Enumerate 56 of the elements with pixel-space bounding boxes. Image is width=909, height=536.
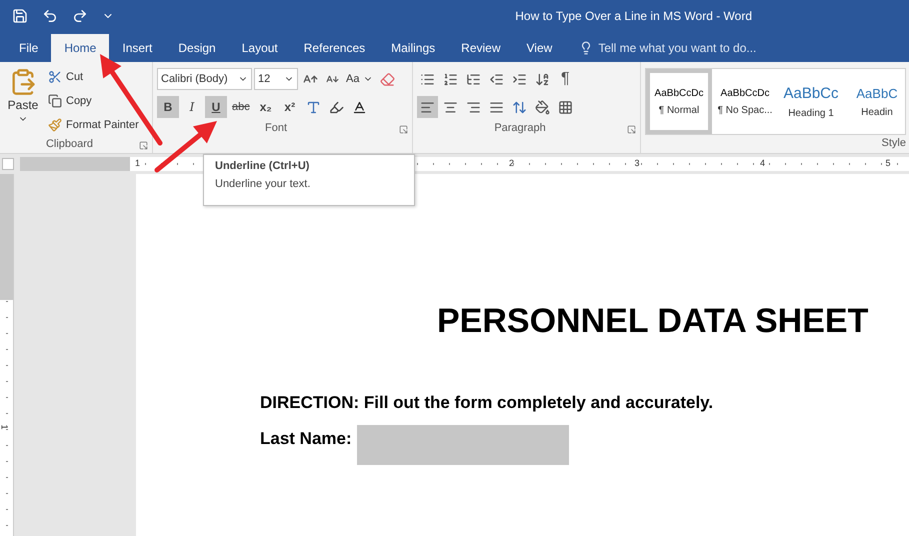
align-icon (489, 100, 504, 114)
align-icon (420, 100, 435, 114)
paste-button[interactable]: Paste (4, 66, 42, 136)
ruler-number: 3 (634, 158, 640, 168)
show-marks-button[interactable]: ¶ (555, 68, 576, 90)
ruler-number: 5 (886, 158, 891, 168)
format-button[interactable]: x₂ (254, 96, 277, 118)
font-name-field[interactable]: Calibri (Body) (157, 68, 252, 90)
ribbon-tab[interactable]: Insert (109, 34, 166, 62)
copy-button[interactable]: Copy (46, 90, 141, 112)
format-button[interactable]: B (157, 96, 179, 118)
undo-icon[interactable] (42, 8, 58, 24)
font-size-field[interactable]: 12 (254, 68, 298, 90)
tell-me-search[interactable]: Tell me what you want to do... (579, 34, 756, 62)
direction-text: DIRECTION: Fill out the form completely and accurately. (260, 393, 714, 413)
change-case-button[interactable]: Aa (344, 68, 376, 90)
group-label: Paragraph (494, 121, 546, 136)
ruler-number: 1 (0, 424, 10, 430)
tooltip-title: Underline (Ctrl+U) (215, 160, 310, 172)
format-button[interactable]: U (205, 96, 227, 118)
ribbon-tab[interactable]: Design (165, 34, 229, 62)
redo-icon[interactable] (72, 8, 88, 24)
format-button[interactable]: abc (229, 96, 253, 118)
input-field[interactable] (356, 425, 569, 465)
align-icon (466, 100, 481, 114)
paintbrush-icon (48, 118, 62, 132)
group-label: Style (882, 136, 906, 151)
ribbon-tab[interactable]: Layout (228, 34, 291, 62)
launcher-icon[interactable] (399, 124, 408, 134)
ribbon-tab[interactable]: References (290, 34, 378, 62)
format-button[interactable]: I (181, 96, 203, 118)
align-icon (443, 100, 458, 114)
format-button[interactable]: x² (278, 96, 301, 118)
field-label: Last Name: (260, 429, 352, 449)
document-heading: PERSONNEL DATA SHEET (437, 302, 870, 341)
format-painter-button[interactable]: Format Painter (46, 114, 141, 136)
ruler-number: 2 (509, 158, 514, 168)
launcher-icon[interactable] (627, 124, 636, 134)
style-item[interactable]: AaBbCcDc ¶ Normal (646, 69, 712, 134)
cut-button[interactable]: Cut (46, 66, 141, 88)
scissors-icon (48, 70, 62, 84)
group-label: Clipboard (46, 137, 94, 152)
ribbon-tab[interactable]: File (6, 34, 52, 62)
save-icon[interactable] (12, 8, 28, 24)
ribbon-tab[interactable]: View (514, 34, 566, 62)
tooltip-text: Underline your text. (215, 178, 312, 190)
ribbon-tab[interactable]: Review (448, 34, 514, 62)
ribbon-tab[interactable]: Mailings (378, 34, 448, 62)
window-title: How to Type Over a Line in MS Word - Word (515, 9, 752, 23)
ribbon-tab[interactable]: Home (51, 34, 110, 62)
ruler-number: 1 (135, 158, 140, 168)
group-label: Font (265, 121, 288, 136)
copy-icon (48, 94, 62, 108)
align-button[interactable] (417, 96, 438, 118)
ruler-number: 4 (760, 158, 766, 168)
launcher-icon[interactable] (139, 140, 148, 150)
